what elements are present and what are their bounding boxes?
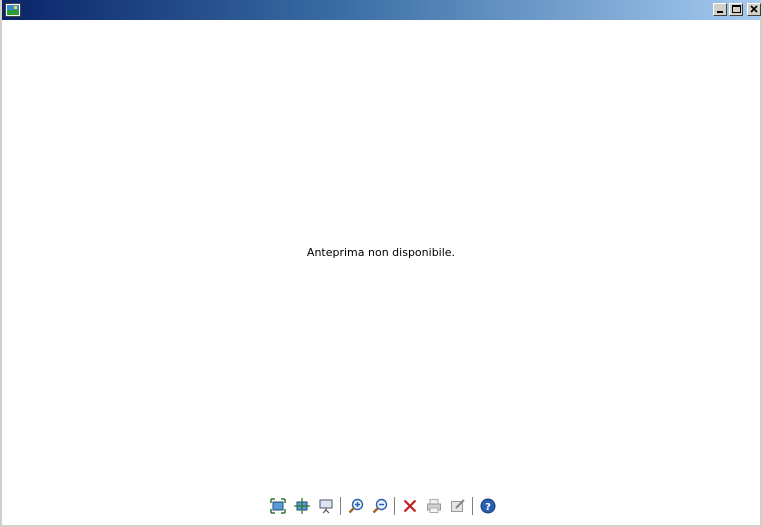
- delete-icon: [403, 499, 417, 513]
- fit-to-window-button[interactable]: [266, 495, 290, 517]
- toolbar-separator: [340, 497, 342, 515]
- maximize-icon: [732, 5, 741, 13]
- help-button[interactable]: ?: [476, 495, 500, 517]
- zoom-in-button[interactable]: [344, 495, 368, 517]
- slideshow-button[interactable]: [314, 495, 338, 517]
- fit-to-window-icon: [270, 498, 286, 514]
- zoom-out-icon: [372, 498, 388, 514]
- slideshow-icon: [319, 499, 333, 514]
- print-icon: [427, 499, 441, 513]
- minimize-icon: [717, 11, 723, 13]
- preview-message: Anteprima non disponibile.: [306, 246, 456, 259]
- viewer-toolbar: ?: [266, 495, 500, 517]
- app-icon[interactable]: [5, 3, 21, 17]
- preview-area: Anteprima non disponibile.: [2, 20, 760, 490]
- viewer-window: Anteprima non disponibile. ?: [0, 0, 762, 527]
- title-bar[interactable]: [2, 0, 761, 20]
- maximize-button[interactable]: [729, 3, 743, 16]
- svg-text:?: ?: [485, 502, 491, 513]
- edit-icon: [451, 499, 465, 512]
- close-button[interactable]: [747, 3, 761, 16]
- toolbar-separator: [394, 497, 396, 515]
- toolbar-separator: [472, 497, 474, 515]
- close-icon: [750, 5, 758, 13]
- zoom-out-button[interactable]: [368, 495, 392, 517]
- print-button: [422, 495, 446, 517]
- zoom-in-icon: [348, 498, 364, 514]
- minimize-button[interactable]: [713, 3, 727, 16]
- actual-size-icon: [294, 498, 310, 514]
- delete-button[interactable]: [398, 495, 422, 517]
- help-icon: ?: [480, 498, 496, 514]
- edit-button: [446, 495, 470, 517]
- actual-size-button[interactable]: [290, 495, 314, 517]
